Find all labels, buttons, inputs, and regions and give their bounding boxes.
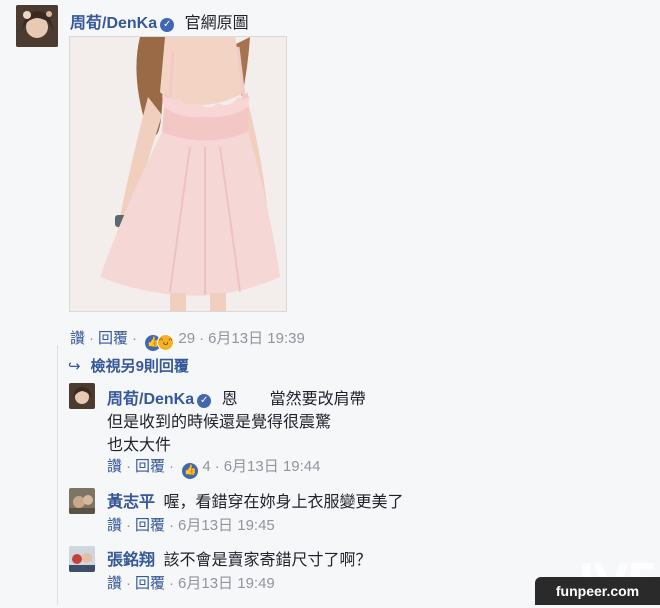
verified-badge-icon: ✓ <box>197 394 212 408</box>
reply-1-line-3: 也太大件 <box>107 437 172 454</box>
separator-dot: · <box>126 517 132 534</box>
separator-dot: · <box>169 517 175 534</box>
separator-dot: · <box>126 458 132 475</box>
reply-1-meta: 讚 · 回覆 · 👍 4 · 6月13日 19:44 <box>107 455 320 479</box>
avatar-reply-2[interactable] <box>69 488 95 514</box>
view-more-replies-link[interactable]: ↪ 檢視另9則回覆 <box>68 355 189 376</box>
comment-timestamp[interactable]: 6月13日 19:39 <box>208 330 305 347</box>
main-comment-meta: 讚 · 回覆 · 👍ᵔᴗᵔ 29 · 6月13日 19:39 <box>70 327 305 351</box>
separator-dot: · <box>169 458 175 475</box>
profile-photo-icon <box>69 546 95 572</box>
reply-1-line-2: 但是收到的時候還是覺得很震驚 <box>107 414 332 431</box>
reply-link[interactable]: 回覆 <box>135 458 165 475</box>
reply-link[interactable]: 回覆 <box>135 517 165 534</box>
reply-author[interactable]: 張銘翔 <box>107 552 155 569</box>
like-link[interactable]: 讚 <box>70 330 85 347</box>
reply-link[interactable]: 回覆 <box>98 330 128 347</box>
reply-timestamp[interactable]: 6月13日 19:44 <box>224 458 321 475</box>
reply-link[interactable]: 回覆 <box>135 575 165 592</box>
reply-text: 恩 當然要改肩帶 <box>221 391 366 408</box>
separator-dot: · <box>199 330 205 347</box>
comment-author[interactable]: 周荀/DenKa <box>70 15 157 32</box>
like-link[interactable]: 讚 <box>107 575 122 592</box>
reactions-summary[interactable]: 👍 <box>182 460 199 479</box>
reaction-count[interactable]: 4 <box>202 458 210 475</box>
main-comment-header: 周荀/DenKa ✓ 官網原圖 <box>70 9 249 33</box>
replies-thread-line <box>57 345 58 605</box>
avatar-reply-3[interactable] <box>69 546 95 572</box>
reply-1-line-1: 周荀/DenKa ✓ 恩 當然要改肩帶 <box>107 385 366 409</box>
dress-photo <box>70 37 286 311</box>
reply-2-meta: 讚 · 回覆 · 6月13日 19:45 <box>107 514 275 535</box>
reactions-summary[interactable]: 👍ᵔᴗᵔ <box>145 332 175 351</box>
separator-dot: · <box>214 458 220 475</box>
separator-dot: · <box>126 575 132 592</box>
profile-photo-icon <box>16 5 58 47</box>
verified-badge-icon: ✓ <box>160 18 175 32</box>
view-more-replies-label: 檢視另9則回覆 <box>90 358 189 375</box>
reply-3-meta: 讚 · 回覆 · 6月13日 19:49 <box>107 572 275 593</box>
reply-text: 該不會是賣家寄錯尺寸了啊？ <box>163 552 372 569</box>
reply-text: 喔，看錯穿在妳身上衣服變更美了 <box>163 494 404 511</box>
avatar-reply-1[interactable] <box>69 383 95 409</box>
profile-photo-icon <box>69 383 95 409</box>
reaction-count[interactable]: 29 <box>178 330 195 347</box>
comment-text: 官網原圖 <box>184 15 249 32</box>
separator-dot: · <box>132 330 138 347</box>
reply-timestamp[interactable]: 6月13日 19:45 <box>178 517 275 534</box>
reply-2-line-1: 黃志平 喔，看錯穿在妳身上衣服變更美了 <box>107 488 403 512</box>
like-reaction-icon: 👍 <box>182 463 199 479</box>
reply-timestamp[interactable]: 6月13日 19:49 <box>178 575 275 592</box>
like-link[interactable]: 讚 <box>107 458 122 475</box>
like-link[interactable]: 讚 <box>107 517 122 534</box>
reply-arrow-icon: ↪ <box>68 358 81 375</box>
avatar-main[interactable] <box>16 5 58 47</box>
haha-reaction-icon: ᵔᴗᵔ <box>157 334 175 351</box>
reply-author[interactable]: 黃志平 <box>107 494 155 511</box>
separator-dot: · <box>89 330 95 347</box>
reply-3-line-1: 張銘翔 該不會是賣家寄錯尺寸了啊？ <box>107 546 371 570</box>
profile-photo-icon <box>69 488 95 514</box>
comment-attached-photo[interactable] <box>69 36 287 312</box>
watermark-badge: funpeer.com <box>535 577 660 605</box>
reply-author[interactable]: 周荀/DenKa <box>107 391 194 408</box>
separator-dot: · <box>169 575 175 592</box>
